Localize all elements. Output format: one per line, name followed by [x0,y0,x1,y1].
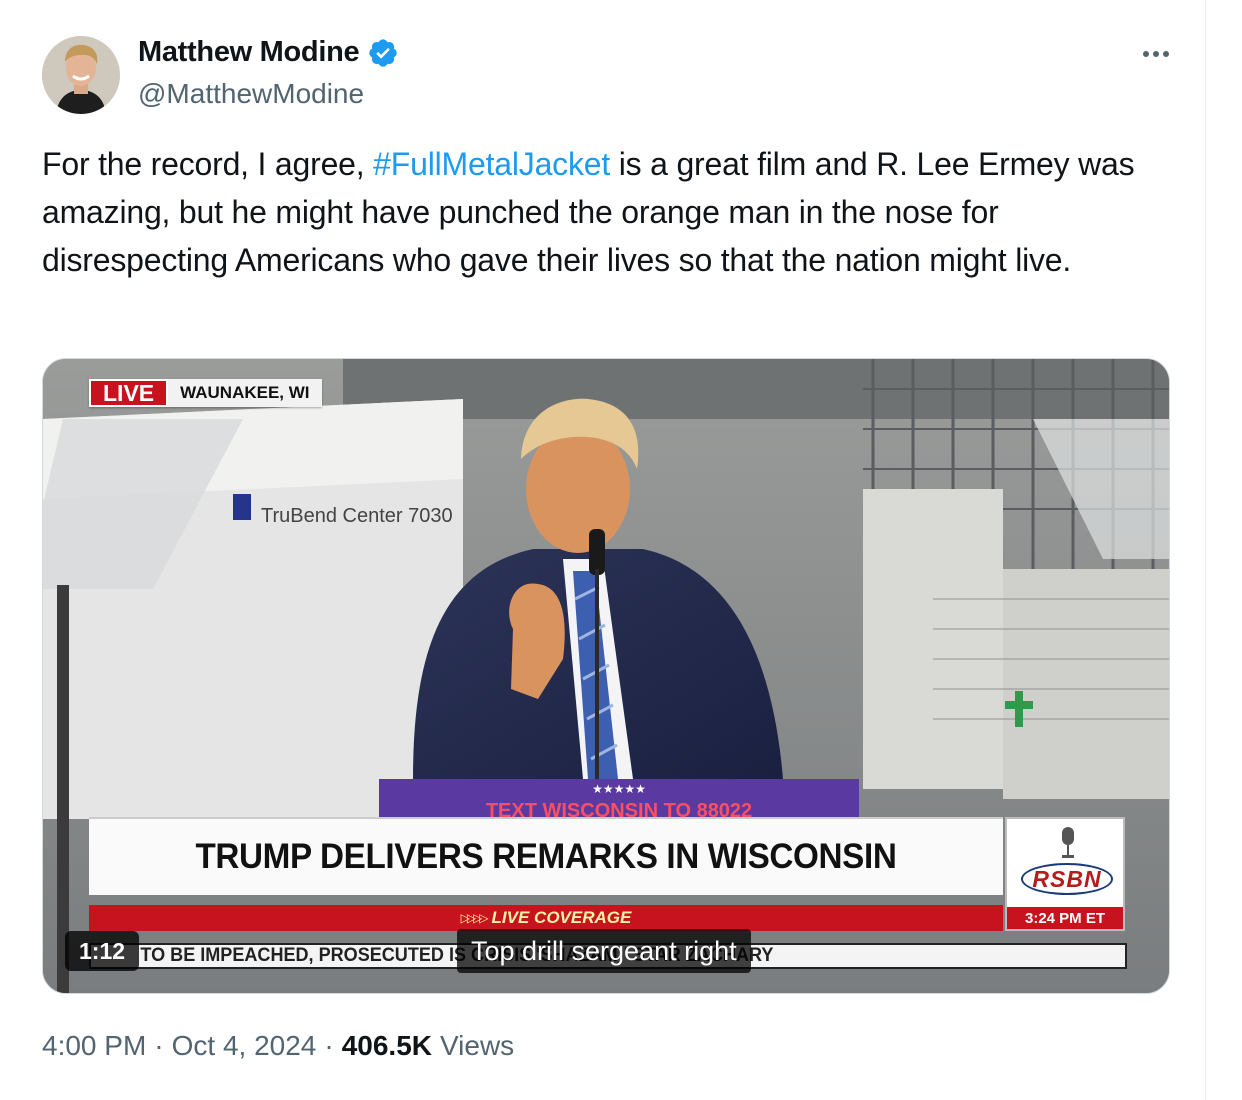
avatar-portrait [42,36,120,114]
live-coverage-label: LIVE COVERAGE [491,908,632,927]
network-logo: RSBN [1021,863,1113,895]
author-handle[interactable]: @MatthewModine [138,78,364,110]
meta-separator: · [154,1030,164,1061]
video-frame: TruBend Center 7030 ★★★★★ TEXT WISCONSIN… [43,359,1169,993]
tweet-card: Matthew Modine @MatthewModine For the re… [0,0,1205,1100]
tweet-time[interactable]: 4:00 PM [42,1030,146,1062]
author-display-name[interactable]: Matthew Modine [138,36,360,69]
video-duration: 1:12 [65,931,140,971]
network-bug: RSBN 3:24 PM ET [1005,817,1125,931]
hashtag-link[interactable]: #FullMetalJacket [373,146,610,182]
verified-badge-icon [369,38,398,67]
headline-text: TRUMP DELIVERS REMARKS IN WISCONSIN [195,837,897,876]
microphone-icon [1062,827,1074,858]
live-label: LIVE [89,379,169,407]
tweet-text-before: For the record, I agree, [42,146,374,182]
arrow-icon: ▷▷▷▷ [460,911,489,925]
author-name-row: Matthew Modine [138,36,399,69]
lower-third-headline: TRUMP DELIVERS REMARKS IN WISCONSIN [89,817,1003,895]
more-options-icon[interactable] [1138,40,1174,68]
views-count[interactable]: 406.5K [342,1030,432,1062]
live-coverage-bar: ▷▷▷▷ LIVE COVERAGE [89,905,1003,931]
author-avatar[interactable] [42,36,120,114]
podium-stars: ★★★★★ [592,782,646,796]
views-label: Views [440,1030,515,1061]
location-label: WAUNAKEE, WI [168,379,322,407]
meta-separator: · [324,1030,334,1061]
tweet-date[interactable]: Oct 4, 2024 [172,1030,317,1062]
video-player[interactable]: TruBend Center 7030 ★★★★★ TEXT WISCONSIN… [42,358,1170,994]
broadcast-time: 3:24 PM ET [1007,907,1123,929]
video-caption: Top drill sergeant right [457,929,751,973]
tweet-meta: 4:00 PM · Oct 4, 2024 · 406.5K Views [42,1030,514,1062]
tweet-text: For the record, I agree, #FullMetalJacke… [42,140,1182,284]
live-tag: LIVE WAUNAKEE, WI [89,379,322,407]
column-divider [1205,0,1206,1100]
machine-label: TruBend Center 7030 [261,505,453,527]
